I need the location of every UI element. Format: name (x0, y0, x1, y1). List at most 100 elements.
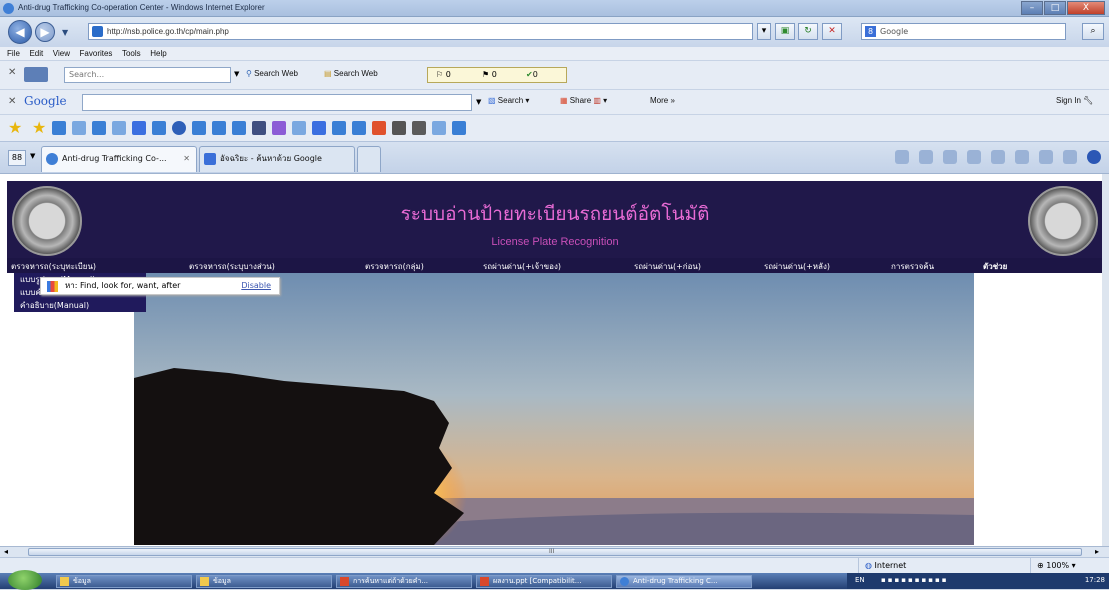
stop-icon[interactable]: ✕ (822, 23, 842, 40)
fav-link-icon-14[interactable] (312, 121, 326, 135)
counter-b[interactable]: ⚑ 0 (482, 70, 497, 79)
start-button[interactable] (8, 570, 42, 590)
help-icon[interactable] (1087, 150, 1101, 164)
zoom-control[interactable]: ⊕ 100% ▾ (1030, 558, 1076, 573)
close-tab-icon[interactable]: ✕ (183, 147, 190, 171)
close-google-toolbar-icon[interactable]: ✕ (8, 96, 16, 107)
browser-search-input[interactable]: 8 Google (861, 23, 1066, 40)
fav-link-icon-6[interactable] (152, 121, 166, 135)
safety-menu-icon[interactable] (1039, 150, 1053, 164)
url-dropdown-button[interactable]: ▾ (757, 23, 771, 40)
language-indicator[interactable]: EN (855, 576, 865, 584)
fav-link-icon-20[interactable] (432, 121, 446, 135)
fav-link-icon-2[interactable] (72, 121, 86, 135)
counter-a[interactable]: ⚐ 0 (436, 70, 451, 79)
nav-item-search-partial[interactable]: ตรวจหารถ(ระบุบางส่วน) (189, 260, 275, 273)
counter-c[interactable]: ✔0 (526, 70, 538, 79)
zone-indicator[interactable]: ◍ Internet (858, 558, 906, 573)
add-favorites-icon[interactable]: ★ (32, 118, 46, 137)
nav-item-search-group[interactable]: ตรวจหารถ(กลุ่ม) (365, 260, 424, 273)
clock[interactable]: 17:28 (1085, 576, 1105, 584)
tools-gear-icon[interactable] (1063, 150, 1077, 164)
taskbar-item-2[interactable]: ข้อมูล (196, 575, 332, 588)
nav-item-helper[interactable]: ตัวช่วย (983, 260, 1007, 273)
scroll-left-icon[interactable]: ◂ (4, 547, 8, 556)
search-go-icon[interactable]: ⌕ (1082, 23, 1104, 40)
forward-button[interactable]: ▶ (35, 22, 55, 42)
print-icon[interactable] (991, 150, 1005, 164)
menu-help[interactable]: Help (150, 47, 166, 60)
toolbar-search-input[interactable]: Search... (64, 67, 231, 83)
nav-item-pass-owner[interactable]: รถผ่านด่าน(+เจ้าของ) (483, 260, 561, 273)
fav-link-icon-8[interactable] (192, 121, 206, 135)
nav-item-search-plate[interactable]: ตรวจหารถ(ระบุทะเบียน) (11, 260, 96, 273)
new-tab-button[interactable] (357, 146, 381, 172)
fav-link-icon-17[interactable] (372, 121, 386, 135)
minimize-button[interactable]: – (1021, 1, 1043, 15)
search-web-button-2[interactable]: ▤ Search Web (324, 69, 378, 78)
page-menu-icon[interactable] (1015, 150, 1029, 164)
taskbar-item-4[interactable]: ผลงาน.ppt [Compatibilit... (476, 575, 612, 588)
fav-link-icon-19[interactable] (412, 121, 426, 135)
menu-tools[interactable]: Tools (122, 47, 141, 60)
tab-google-search[interactable]: อัจฉริยะ - ค้นหาด้วย Google (199, 146, 355, 172)
fav-link-icon-12[interactable] (272, 121, 286, 135)
fav-link-icon-10[interactable] (232, 121, 246, 135)
taskbar-item-1[interactable]: ข้อมูล (56, 575, 192, 588)
history-dropdown-icon[interactable]: ▼ (62, 28, 68, 37)
vertical-scrollbar[interactable] (1102, 174, 1109, 547)
tab-list-dropdown[interactable]: ▼ (30, 152, 35, 160)
quick-tabs-button[interactable]: 88 (8, 150, 26, 166)
menu-favorites[interactable]: Favorites (80, 47, 113, 60)
share-button[interactable]: ▦ Share ▥ ▾ (560, 96, 607, 105)
fav-link-icon-16[interactable] (352, 121, 366, 135)
taskbar-item-3[interactable]: การค้นหาแต่ถ้าด้วยคำ... (336, 575, 472, 588)
sync-icon[interactable] (895, 150, 909, 164)
scroll-thumb[interactable]: III (28, 548, 1082, 556)
tab-anti-drug[interactable]: Anti-drug Trafficking Co-... ✕ (41, 146, 197, 172)
favorites-star-icon[interactable]: ★ (8, 118, 22, 137)
tray-icons[interactable]: ▪▪▪▪▪▪▪▪▪▪ (881, 576, 948, 584)
search-web-button[interactable]: ⚲ Search Web (246, 69, 298, 78)
fav-link-icon-18[interactable] (392, 121, 406, 135)
fav-link-icon-5[interactable] (132, 121, 146, 135)
wrench-icon: 🔧︎ (1083, 96, 1094, 105)
horizontal-scrollbar[interactable]: ◂ III ▸ (0, 546, 1109, 557)
tooltip-disable-link[interactable]: Disable (241, 278, 271, 294)
close-toolbar-icon[interactable]: ✕ (8, 67, 16, 78)
fav-link-icon-9[interactable] (212, 121, 226, 135)
fav-link-icon-3[interactable] (92, 121, 106, 135)
refresh-icon[interactable]: ↻ (798, 23, 818, 40)
fav-link-icon-4[interactable] (112, 121, 126, 135)
nav-item-pass-after[interactable]: รถผ่านด่าน(+หลัง) (764, 260, 830, 273)
taskbar-item-5[interactable]: Anti-drug Trafficking C... (616, 575, 752, 588)
fav-link-icon-7[interactable] (172, 121, 186, 135)
sign-in-button[interactable]: Sign In 🔧︎ (1056, 96, 1093, 105)
home-icon[interactable] (919, 150, 933, 164)
maximize-button[interactable]: □ (1044, 1, 1066, 15)
back-button[interactable]: ◀ (8, 20, 32, 44)
menu-file[interactable]: File (7, 47, 20, 60)
fav-link-icon-13[interactable] (292, 121, 306, 135)
google-search-button[interactable]: ▧ Search ▾ (488, 96, 529, 105)
nav-item-inspection[interactable]: การตรวจค้น (891, 260, 934, 273)
fav-link-icon-15[interactable] (332, 121, 346, 135)
dropdown-item-3[interactable]: คำอธิบาย(Manual) (14, 299, 146, 312)
menu-view[interactable]: View (53, 47, 70, 60)
close-button[interactable]: X (1067, 1, 1105, 15)
toolbar-search-dropdown[interactable]: ▼ (234, 70, 239, 78)
toolbar-logo-icon[interactable] (24, 67, 48, 82)
mail-icon[interactable] (967, 150, 981, 164)
more-button[interactable]: More » (650, 96, 675, 105)
google-search-dropdown[interactable]: ▼ (476, 98, 481, 106)
compatibility-view-icon[interactable]: ▣ (775, 23, 795, 40)
fav-link-icon-1[interactable] (52, 121, 66, 135)
fav-link-icon-11[interactable] (252, 121, 266, 135)
google-search-input[interactable] (82, 94, 472, 111)
menu-edit[interactable]: Edit (29, 47, 43, 60)
nav-item-pass-before[interactable]: รถผ่านด่าน(+ก่อน) (634, 260, 701, 273)
fav-link-icon-21[interactable] (452, 121, 466, 135)
url-field[interactable]: http://nsb.police.go.th/cp/main.php (88, 23, 753, 40)
scroll-right-icon[interactable]: ▸ (1095, 547, 1099, 556)
rss-feed-icon[interactable] (943, 150, 957, 164)
